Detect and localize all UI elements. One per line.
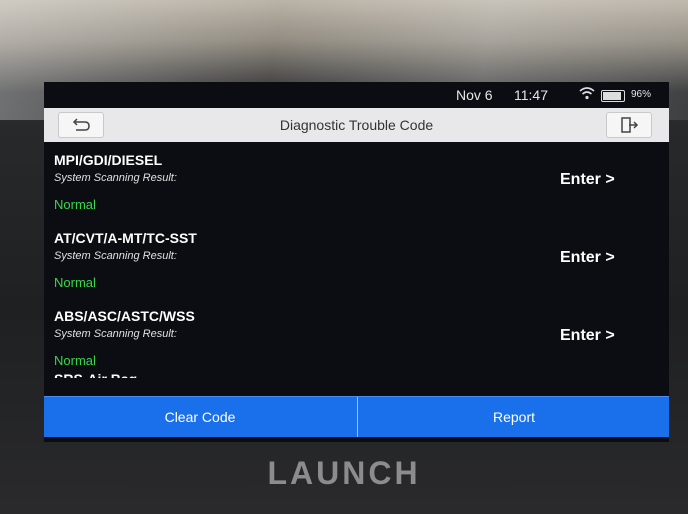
list-item[interactable]: ABS/ASC/ASTC/WSS System Scanning Result:… [44, 300, 669, 380]
system-list: MPI/GDI/DIESEL System Scanning Result: N… [44, 144, 669, 396]
list-item[interactable]: AT/CVT/A-MT/TC-SST System Scanning Resul… [44, 222, 669, 302]
scan-status: Normal [54, 353, 96, 368]
wifi-icon [579, 87, 595, 100]
page-title: Diagnostic Trouble Code [279, 117, 434, 133]
brand-logo: LAUNCH [267, 455, 421, 491]
enter-button[interactable]: Enter > [560, 171, 615, 189]
system-name: AT/CVT/A-MT/TC-SST [54, 230, 197, 246]
battery-percent: 96% [631, 89, 652, 100]
system-name: ABS/ASC/ASTC/WSS [54, 308, 195, 324]
status-bar: Nov 6 11:47 96% [44, 82, 669, 108]
status-date: Nov 6 [456, 87, 493, 103]
status-time: 11:47 [514, 87, 548, 103]
battery-icon [601, 90, 625, 102]
title-bar: Diagnostic Trouble Code [44, 108, 669, 142]
list-item[interactable]: MPI/GDI/DIESEL System Scanning Result: N… [44, 144, 669, 224]
enter-button[interactable]: Enter > [560, 327, 615, 345]
exit-icon [621, 117, 639, 133]
clear-code-button[interactable]: Clear Code [44, 397, 356, 437]
scan-status: Normal [54, 275, 96, 290]
scan-result-label: System Scanning Result: [54, 172, 177, 184]
list-item-partial[interactable]: SRS-Air Bag [54, 370, 137, 378]
scan-result-label: System Scanning Result: [54, 328, 177, 340]
bottom-action-bar: Clear Code Report [44, 396, 669, 437]
report-button[interactable]: Report [357, 397, 669, 437]
exit-button[interactable] [606, 112, 652, 138]
screen: Nov 6 11:47 96% Diagnostic Trouble Code … [44, 82, 669, 442]
scan-status: Normal [54, 197, 96, 212]
enter-button[interactable]: Enter > [560, 249, 615, 267]
system-name: MPI/GDI/DIESEL [54, 152, 163, 168]
scan-result-label: System Scanning Result: [54, 250, 177, 262]
